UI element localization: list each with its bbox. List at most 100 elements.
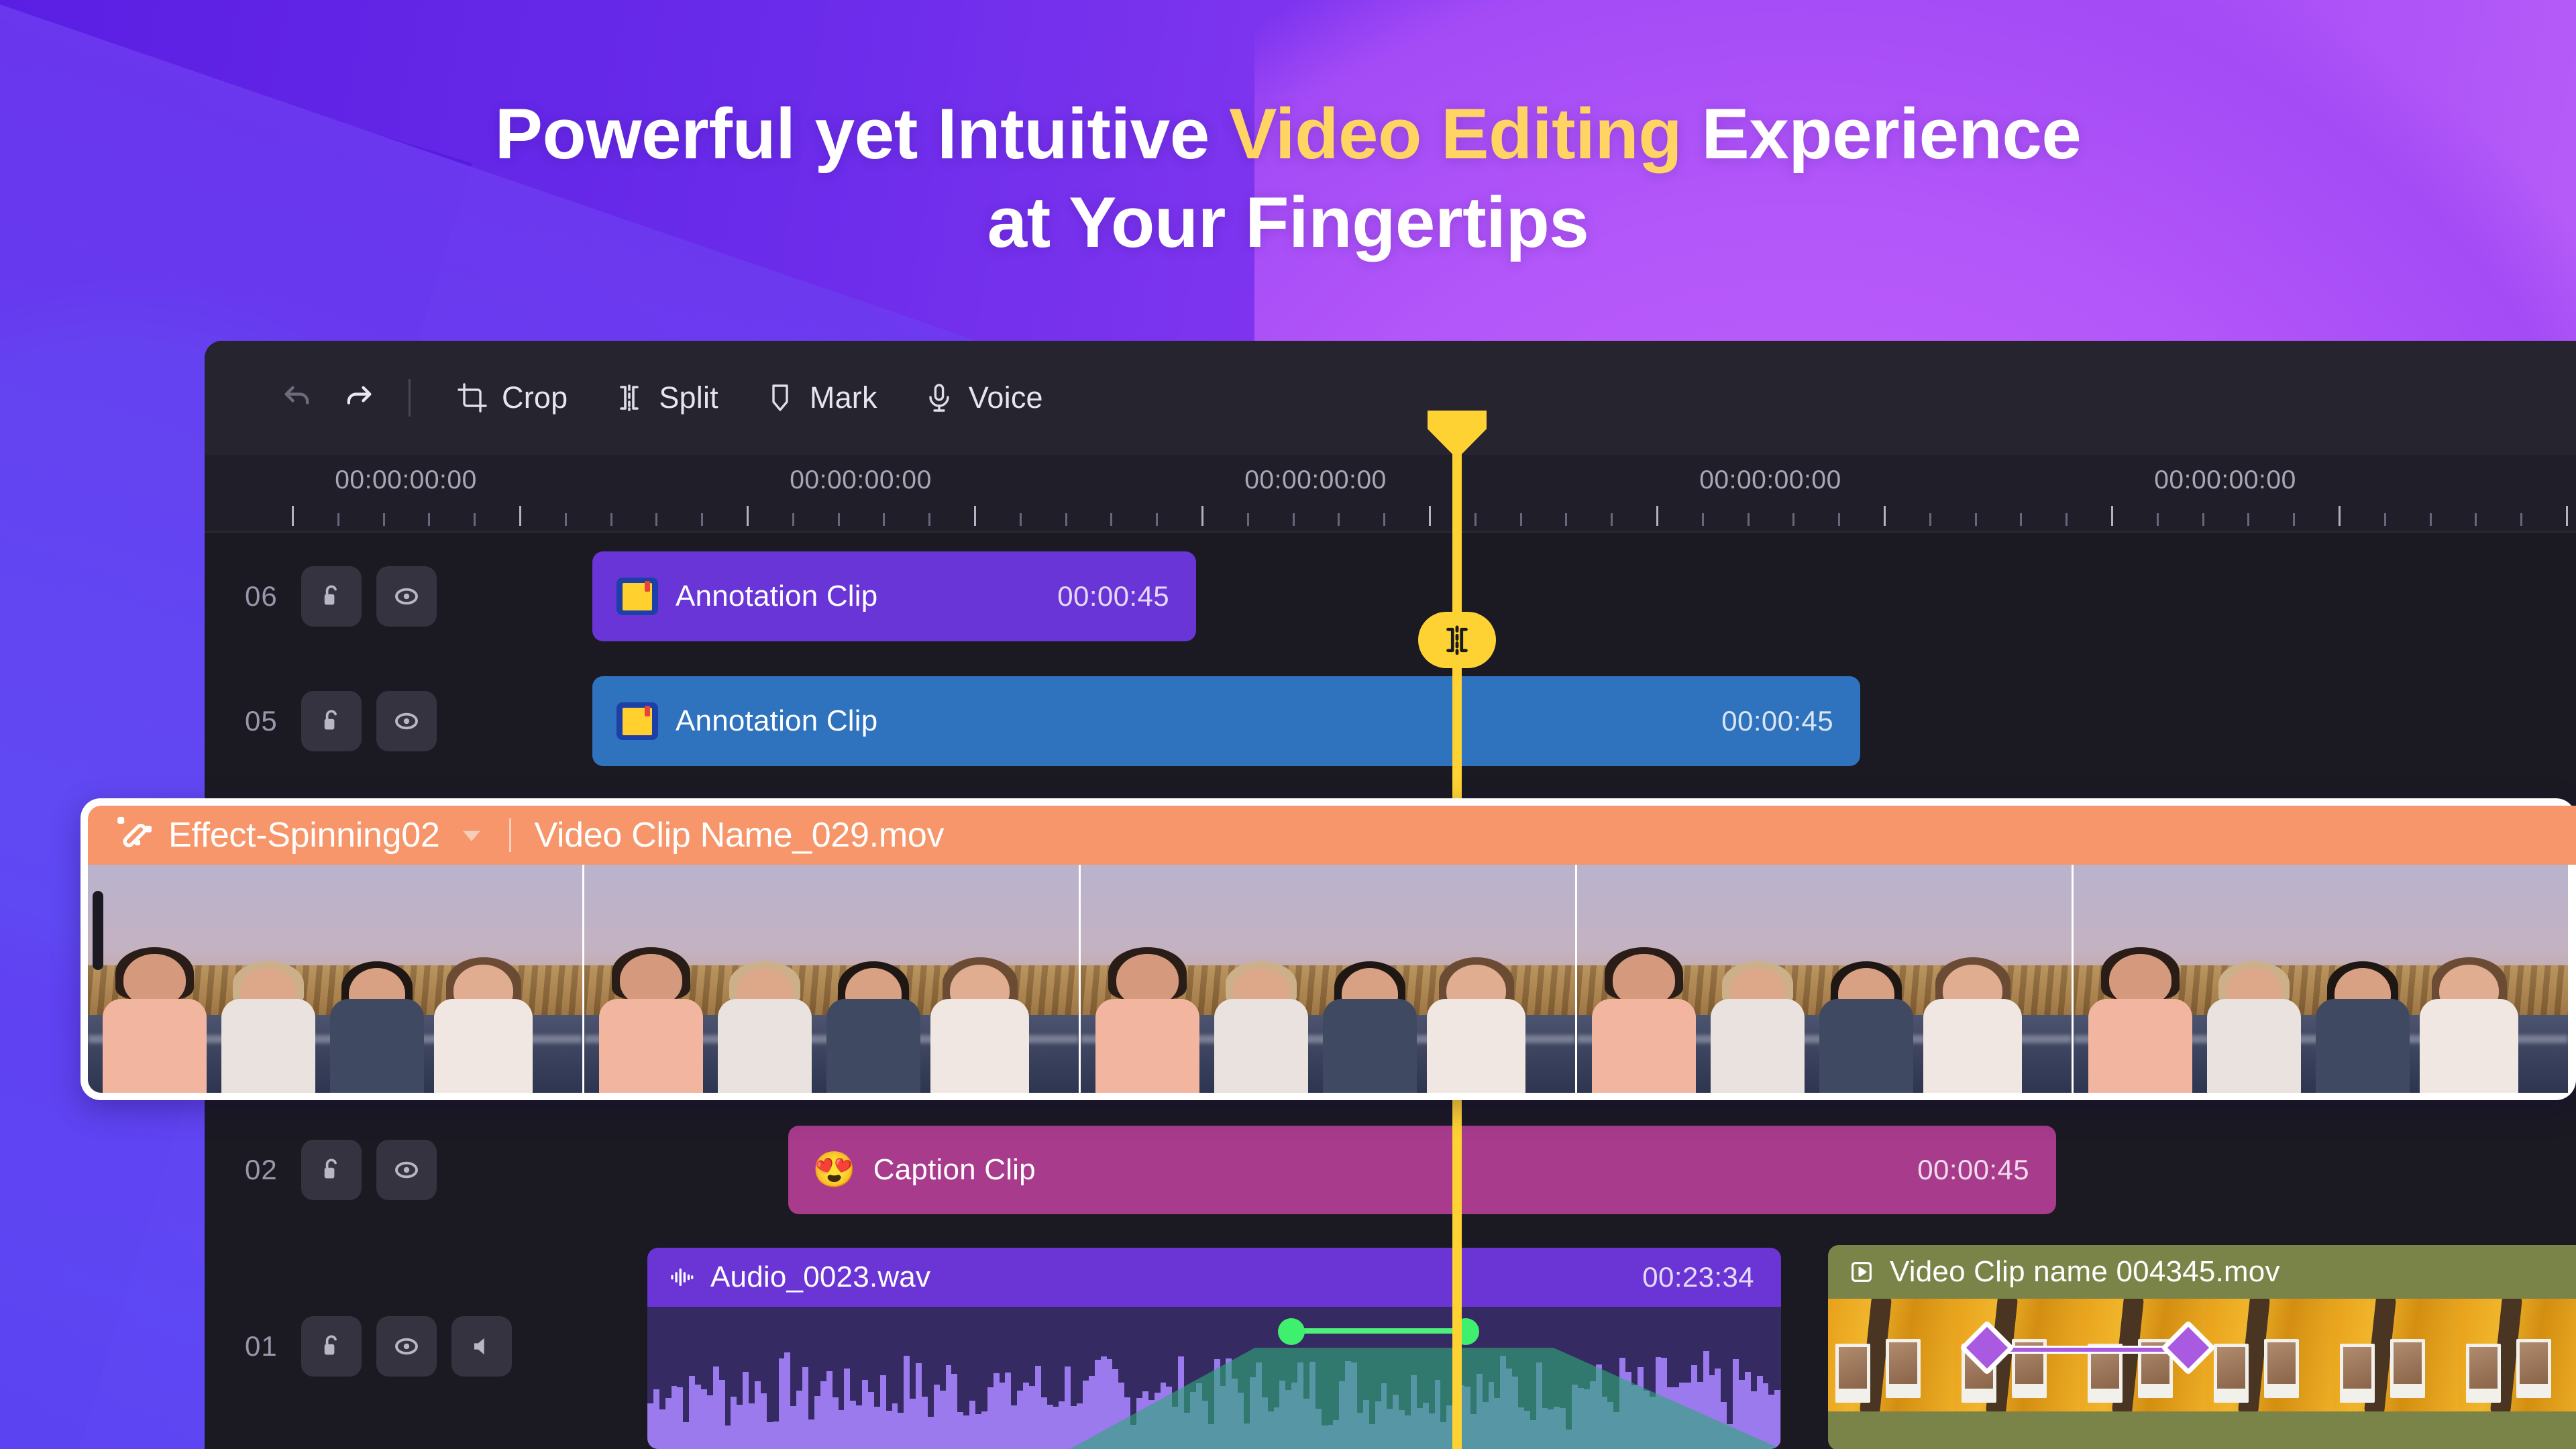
clip-name: Annotation Clip — [676, 580, 878, 612]
split-icon — [1446, 625, 1468, 655]
photo-person — [1214, 920, 1308, 1093]
clip-video-01[interactable]: Video Clip name 004345.mov — [1828, 1245, 2576, 1449]
eye-icon — [395, 588, 418, 605]
photo-person — [2206, 920, 2301, 1093]
split-button[interactable]: Split — [590, 367, 741, 429]
magic-wand-icon — [112, 813, 156, 857]
track-number: 05 — [245, 705, 278, 737]
smiley-heart-eyes-icon: 😍 — [812, 1150, 856, 1189]
voice-label: Voice — [968, 380, 1043, 415]
track-number: 06 — [245, 580, 278, 612]
track-row: 05 Annotation Clip 00:00:45 — [205, 660, 2576, 782]
track-visibility-button-01[interactable] — [376, 1316, 437, 1377]
redo-button[interactable] — [328, 367, 390, 429]
clip-caption-02[interactable]: 😍 Caption Clip 00:00:45 — [788, 1126, 2056, 1214]
track-lock-button-01[interactable] — [301, 1316, 362, 1377]
track-lock-button-02[interactable] — [301, 1140, 362, 1200]
envelope-keyframe[interactable] — [1278, 1318, 1305, 1345]
selected-clip-inner: Effect-Spinning02 Video Clip Name_029.mo… — [88, 806, 2576, 1093]
beach-photo — [88, 865, 582, 1093]
photo-person — [221, 920, 315, 1093]
beach-photo — [2074, 865, 2568, 1093]
page-headline: Powerful yet Intuitive Video Editing Exp… — [0, 0, 2576, 266]
audio-clip-duration: 00:23:34 — [1642, 1261, 1754, 1293]
track-controls-02: 02 — [205, 1104, 437, 1236]
eye-icon — [395, 1161, 418, 1179]
audio-clip-name: Audio_0023.wav — [710, 1260, 931, 1293]
photo-person — [433, 920, 533, 1093]
crop-button[interactable]: Crop — [433, 367, 590, 429]
track-lock-button-06[interactable] — [301, 566, 362, 627]
toolbar-divider — [409, 379, 411, 417]
ruler-timecode: 00:00:00:00 — [2154, 466, 2296, 494]
photo-person — [330, 920, 425, 1093]
chevron-down-icon[interactable] — [457, 820, 486, 850]
headline-line-1: Powerful yet Intuitive Video Editing Exp… — [0, 90, 2576, 178]
play-rect-icon — [1848, 1258, 1875, 1285]
track-visibility-button-06[interactable] — [376, 566, 437, 627]
trim-handle-left[interactable] — [93, 891, 103, 970]
clip-name: Caption Clip — [873, 1153, 1036, 1186]
beach-photo — [1081, 865, 1575, 1093]
photo-person — [1923, 920, 2023, 1093]
microphone-icon — [923, 382, 955, 414]
undo-button[interactable] — [266, 367, 328, 429]
video-thumbnail — [2206, 1299, 2332, 1411]
mark-button[interactable]: Mark — [741, 367, 900, 429]
crop-label: Crop — [502, 380, 568, 415]
clip-name: Annotation Clip — [676, 704, 878, 737]
track-controls-05: 05 — [205, 660, 437, 782]
split-label: Split — [659, 380, 718, 415]
mark-label: Mark — [809, 380, 877, 415]
photo-person — [599, 920, 703, 1093]
selected-clip-panel[interactable]: Effect-Spinning02 Video Clip Name_029.mo… — [80, 798, 2576, 1100]
photo-person — [1095, 920, 1199, 1093]
track-number: 02 — [245, 1154, 278, 1185]
selected-clip-name: Video Clip Name_029.mov — [534, 816, 945, 855]
audio-waveform-area — [647, 1307, 1781, 1449]
photo-person — [103, 920, 207, 1093]
beach-photo — [584, 865, 1079, 1093]
video-clip-name: Video Clip name 004345.mov — [1890, 1255, 2280, 1288]
unlock-icon — [324, 1335, 337, 1355]
speaker-icon — [474, 1338, 484, 1355]
timeline-ruler[interactable]: 00:00:00:00 00:00:00:00 00:00:00:00 00:0… — [205, 455, 2576, 533]
audio-waveform — [647, 1348, 1781, 1449]
video-thumbnail — [2332, 1299, 2459, 1411]
track-lock-button-05[interactable] — [301, 691, 362, 751]
header-divider — [509, 818, 512, 852]
ruler-timecode: 00:00:00:00 — [335, 466, 477, 494]
track-mute-button-01[interactable] — [451, 1316, 512, 1377]
clip-annotation-06[interactable]: Annotation Clip 00:00:45 — [592, 551, 1196, 641]
keyframe-connector[interactable] — [1986, 1346, 2188, 1354]
ruler-timecode: 00:00:00:00 — [790, 466, 932, 494]
unlock-icon — [324, 1159, 337, 1179]
clip-audio-01[interactable]: Audio_0023.wav 00:23:34 — [647, 1248, 1781, 1449]
photo-person — [1819, 920, 1914, 1093]
envelope-line[interactable] — [1290, 1328, 1466, 1334]
eye-icon — [395, 1338, 418, 1355]
beach-photo — [1577, 865, 2072, 1093]
headline-line-2: at Your Fingertips — [987, 181, 1589, 262]
track-visibility-button-02[interactable] — [376, 1140, 437, 1200]
track-row: 02 😍 Caption Clip 00:00:45 — [205, 1104, 2576, 1236]
effect-name: Effect-Spinning02 — [168, 816, 440, 855]
clip-duration: 00:00:45 — [1917, 1154, 2029, 1185]
voice-button[interactable]: Voice — [900, 367, 1066, 429]
clip-thumbnail — [1577, 865, 2074, 1093]
clip-annotation-05[interactable]: Annotation Clip 00:00:45 — [592, 676, 1860, 766]
eye-icon — [395, 712, 418, 730]
redo-icon — [341, 380, 376, 415]
photo-person — [930, 920, 1030, 1093]
clip-thumbnail — [584, 865, 1081, 1093]
headline-highlight: Video Editing — [1228, 93, 1682, 174]
playhead-split-button[interactable] — [1418, 612, 1496, 668]
clip-thumbnail — [2074, 865, 2570, 1093]
track-controls-06: 06 — [205, 533, 437, 660]
photo-person — [2316, 920, 2410, 1093]
unlock-icon — [324, 585, 337, 605]
photo-person — [2419, 920, 2519, 1093]
photo-person — [1710, 920, 1805, 1093]
video-thumbnail — [2459, 1299, 2576, 1411]
track-visibility-button-05[interactable] — [376, 691, 437, 751]
